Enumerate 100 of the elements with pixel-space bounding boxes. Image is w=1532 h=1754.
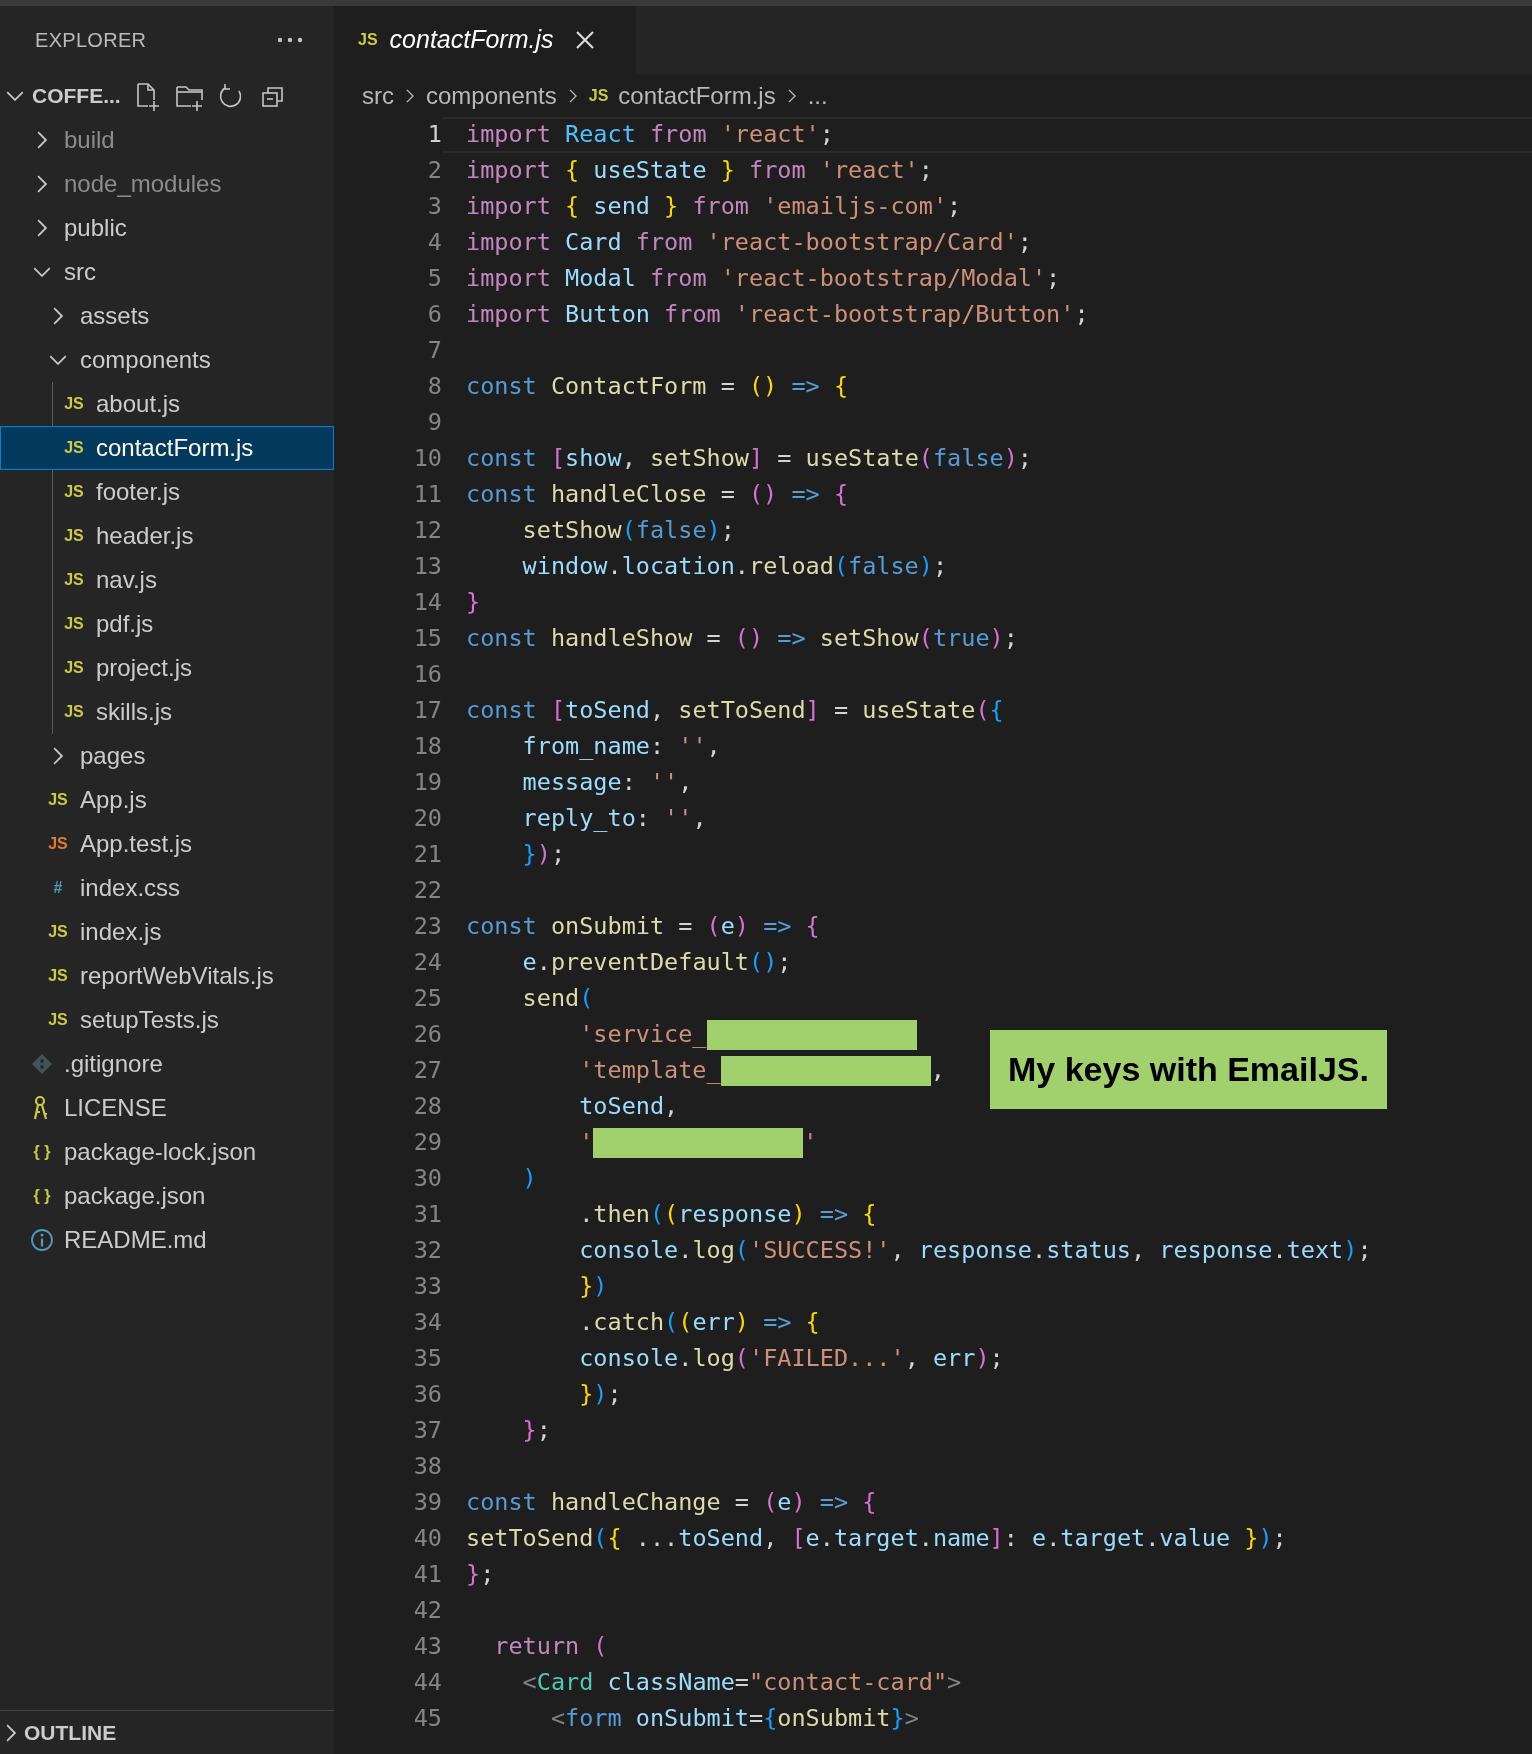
code-text: import React from 'react'; [466, 119, 834, 151]
tree-item[interactable]: JS project.js [0, 646, 334, 690]
line-number: 13 [412, 551, 442, 583]
line-number: 40 [412, 1523, 442, 1555]
line-number: 21 [412, 839, 442, 871]
tree-item[interactable]: src [0, 250, 334, 294]
tree-item[interactable]: JS footer.js [0, 470, 334, 514]
tree-item[interactable]: .gitignore [0, 1042, 334, 1086]
tree-item[interactable]: node_modules [0, 162, 334, 206]
code-text: import { useState } from 'react'; [466, 155, 933, 187]
code-text: }); [579, 1379, 622, 1411]
tree-item[interactable]: JS App.js [0, 778, 334, 822]
code-text: e.preventDefault(); [522, 947, 792, 979]
callout-note: My keys with EmailJS. [990, 1030, 1387, 1109]
tree-item[interactable]: JS header.js [0, 514, 334, 558]
project-header[interactable]: COFFE... [6, 80, 121, 112]
code-text: console.log('FAILED...', err); [579, 1343, 1004, 1375]
line-number: 16 [412, 659, 442, 691]
line-number: 42 [412, 1595, 442, 1627]
tree-item[interactable]: JS skills.js [0, 690, 334, 734]
code-text: .catch((err) => { [579, 1307, 820, 1339]
code-text: 'service_ [579, 1019, 707, 1051]
line-number: 2 [426, 155, 442, 187]
tree-item[interactable]: JS nav.js [0, 558, 334, 602]
close-button[interactable] [573, 29, 596, 51]
line-number: 17 [412, 695, 442, 727]
hash-icon: # [53, 880, 63, 896]
breadcrumb-item[interactable]: components [426, 77, 557, 114]
line-number: 9 [426, 407, 442, 439]
tree-item[interactable]: JS reportWebVitals.js [0, 954, 334, 998]
code-text: const ContactForm = () => { [466, 371, 849, 403]
code-text: return ( [494, 1631, 608, 1663]
line-number: 30 [412, 1163, 442, 1195]
tree-item[interactable]: public [0, 206, 334, 250]
line-number: 7 [426, 335, 442, 367]
code-text: const [show, setShow] = useState(false); [466, 443, 1032, 475]
tree-item[interactable]: JS about.js [0, 382, 334, 426]
tree-item[interactable]: assets [0, 294, 334, 338]
line-number: 22 [412, 875, 442, 907]
line-number: 15 [412, 623, 442, 655]
code-text: from_name: '', [522, 731, 721, 763]
tree-item[interactable]: JS App.test.js [0, 822, 334, 866]
js-file-icon: JS [48, 968, 68, 984]
tree-item[interactable]: JS setupTests.js [0, 998, 334, 1042]
line-number: 38 [412, 1451, 442, 1483]
breadcrumb-item[interactable]: JS contactForm.js [588, 77, 776, 114]
code-text: ) [522, 1163, 537, 1195]
code-text: const handleShow = () => setShow(true); [466, 623, 1018, 655]
code-text: <Card className="contact-card"> [522, 1667, 962, 1699]
tree-item[interactable]: # index.css [0, 866, 334, 910]
tree-item[interactable]: components [0, 338, 334, 382]
line-number: 3 [426, 191, 442, 223]
code-text: setShow(false); [522, 515, 735, 547]
line-number: 18 [412, 731, 442, 763]
tree-item[interactable]: { } package-lock.json [0, 1130, 334, 1174]
breadcrumb-item[interactable]: ... [807, 77, 828, 114]
js-file-icon: JS [48, 836, 68, 852]
tree-item[interactable]: build [0, 118, 334, 162]
code-text: }; [522, 1415, 551, 1447]
line-number: 41 [412, 1559, 442, 1591]
code-text: reply_to: '', [522, 803, 707, 835]
js-file-icon: JS [64, 484, 84, 500]
line-number: 6 [426, 299, 442, 331]
code-text: const [toSend, setToSend] = useState({ [466, 695, 1004, 727]
code-text: } [466, 587, 481, 619]
tree-item[interactable]: pages [0, 734, 334, 778]
code-text: }) [579, 1271, 608, 1303]
braces-icon: { } [33, 1144, 51, 1160]
line-number: 5 [426, 263, 442, 295]
js-file-icon: JS [64, 396, 84, 412]
tree-item[interactable]: JS contactForm.js [0, 426, 334, 470]
line-number: 11 [412, 479, 442, 511]
tree-item[interactable]: JS index.js [0, 910, 334, 954]
tree-item[interactable]: README.md [0, 1218, 334, 1262]
code-text: const onSubmit = (e) => { [466, 911, 820, 943]
tree-item[interactable]: LICENSE [0, 1086, 334, 1130]
line-number: 1 [426, 119, 442, 151]
editor-tab[interactable]: JS contactForm.js [334, 6, 636, 74]
line-number: 26 [412, 1019, 442, 1051]
line-number: 39 [412, 1487, 442, 1519]
breadcrumb-item[interactable]: src [362, 77, 394, 114]
line-number: 34 [412, 1307, 442, 1339]
more-icon[interactable] [276, 36, 304, 44]
code-text: toSend, [579, 1091, 679, 1123]
code-text: send( [522, 983, 594, 1015]
js-file-icon: JS [48, 924, 68, 940]
code-text: const handleChange = (e) => { [466, 1487, 877, 1519]
code-text: import Modal from 'react-bootstrap/Modal'; [466, 263, 1061, 295]
diamond-icon [31, 1053, 53, 1075]
tree-item[interactable]: JS pdf.js [0, 602, 334, 646]
tree-item[interactable]: { } package.json [0, 1174, 334, 1218]
line-number: 4 [426, 227, 442, 259]
code-text: .then((response) => { [579, 1199, 877, 1231]
line-number: 14 [412, 587, 442, 619]
line-number: 28 [412, 1091, 442, 1123]
line-number: 12 [412, 515, 442, 547]
braces-icon: { } [33, 1188, 51, 1204]
code-text: 'template_ [579, 1055, 721, 1087]
code-text: ' [803, 1127, 818, 1159]
code-text: import Button from 'react-bootstrap/Button'; [466, 299, 1089, 331]
